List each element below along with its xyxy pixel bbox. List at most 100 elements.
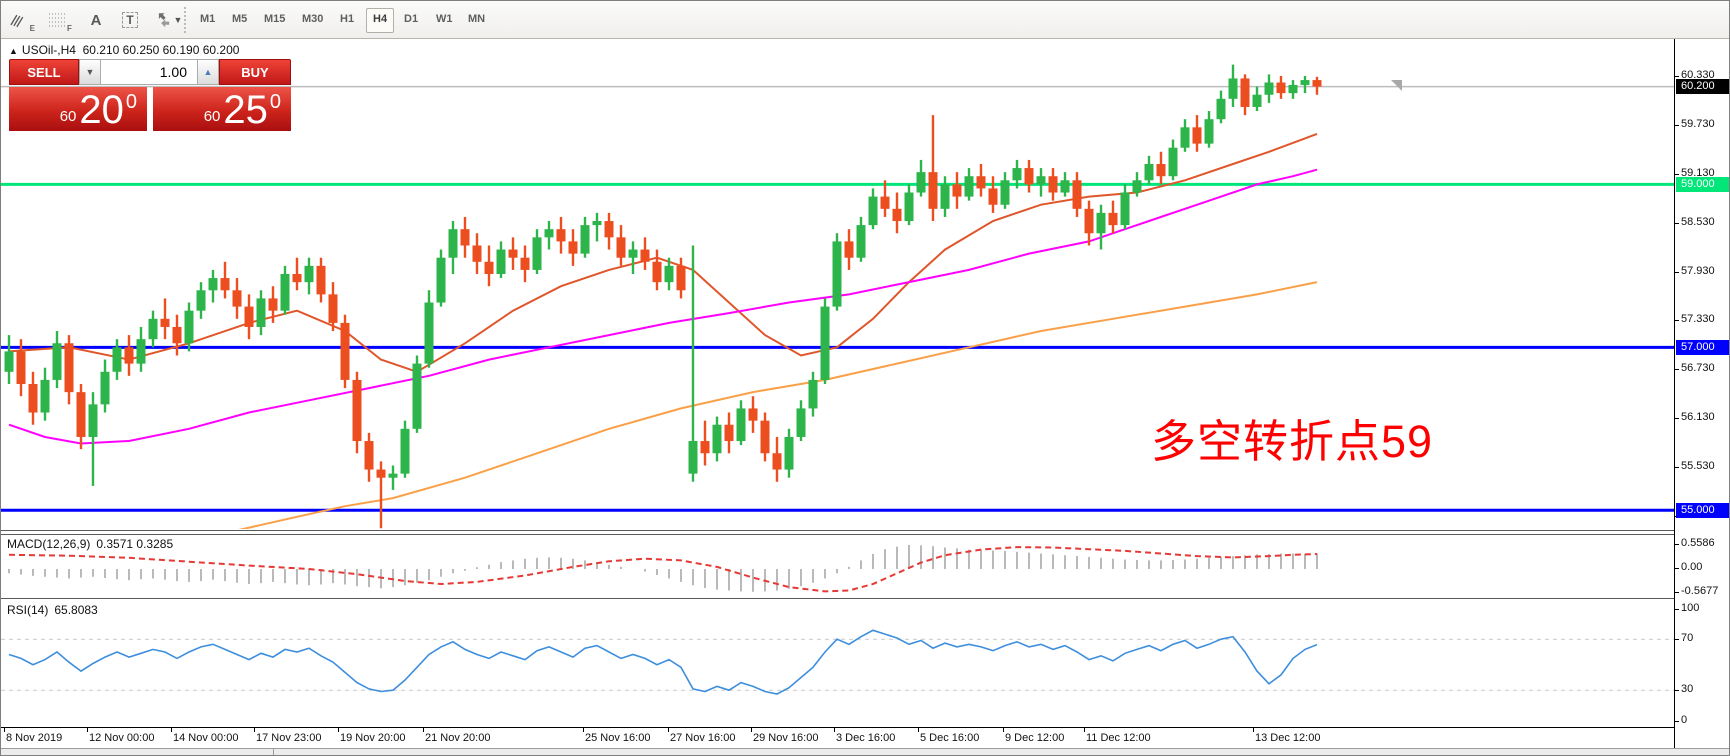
timeframe-button-m15[interactable]: M15 — [258, 8, 291, 31]
axis-tick — [1675, 418, 1679, 419]
axis-tick — [1675, 592, 1679, 593]
timeframe-button-h4[interactable]: H4 — [366, 8, 394, 33]
time-tick-label: 21 Nov 20:00 — [425, 732, 490, 744]
axis-tick — [1675, 690, 1679, 691]
ohlc-values: 60.210 60.250 60.190 60.200 — [83, 43, 240, 57]
axis-tick — [1675, 721, 1679, 722]
rsi-chart — [1, 601, 1674, 727]
buy-button[interactable]: BUY — [219, 59, 291, 85]
time-tick-label: 8 Nov 2019 — [6, 732, 62, 744]
arrange-windows-icon[interactable]: ▼ — [151, 7, 185, 33]
time-tick-label: 14 Nov 00:00 — [173, 732, 238, 744]
collapse-arrow-icon[interactable]: ▲ — [9, 46, 18, 56]
axis-tick — [1675, 609, 1679, 610]
current-price-badge: 60.200 — [1676, 79, 1730, 94]
sell-button[interactable]: SELL — [9, 59, 79, 85]
axis-tick — [1675, 568, 1679, 569]
timeframe-button-m30[interactable]: M30 — [296, 8, 329, 31]
chart-header: ▲ USOil-,H4 60.210 60.250 60.190 60.200 — [9, 43, 239, 57]
time-tick-label: 19 Nov 20:00 — [340, 732, 405, 744]
dropdown-caret-icon: ▼ — [174, 15, 183, 25]
time-tick-label: 11 Dec 12:00 — [1086, 732, 1151, 744]
volume-decrease-button[interactable]: ▼ — [79, 59, 101, 85]
time-tick-label: 13 Dec 12:00 — [1255, 732, 1320, 744]
time-tick-label: 9 Dec 12:00 — [1005, 732, 1064, 744]
macd-chart — [1, 535, 1674, 598]
time-tick — [583, 728, 584, 732]
axis-tick — [1675, 125, 1679, 126]
price-tick-label: 57.930 — [1681, 265, 1715, 277]
volume-input[interactable] — [101, 59, 197, 85]
one-click-trading-panel: SELL ▼ ▲ BUY 60 20 0 60 25 0 — [9, 59, 291, 131]
level-price-badge: 55.000 — [1676, 503, 1730, 518]
time-tick — [1253, 728, 1254, 732]
time-tick — [668, 728, 669, 732]
time-tick-label: 17 Nov 23:00 — [256, 732, 321, 744]
level-price-badge: 57.000 — [1676, 340, 1730, 355]
bid-quote-button[interactable]: 60 20 0 — [9, 87, 147, 131]
rsi-indicator-panel[interactable]: RSI(14)65.8083 — [1, 601, 1674, 728]
time-tick-label: 5 Dec 16:00 — [920, 732, 979, 744]
time-tick — [918, 728, 919, 732]
mt4-terminal-window: E F A T ▼ M1M5M15M30H1 H4D1 W1MN — [0, 0, 1730, 756]
axis-tick — [1675, 544, 1679, 545]
time-tick — [834, 728, 835, 732]
text-label-icon[interactable]: A — [83, 7, 109, 33]
time-tick — [87, 728, 88, 732]
time-tick-label: 29 Nov 16:00 — [753, 732, 818, 744]
bottom-strip-divider — [273, 748, 274, 756]
time-tick-label: 12 Nov 00:00 — [89, 732, 154, 744]
rsi-axis-label: 30 — [1681, 683, 1693, 695]
toolbar: E F A T ▼ M1M5M15M30H1 H4D1 W1MN — [1, 1, 1730, 39]
macd-axis-label: -0.5677 — [1681, 585, 1718, 597]
indicators-icon[interactable]: E — [9, 7, 35, 33]
chart-annotation-text: 多空转折点59 — [1151, 405, 1433, 470]
price-tick-label: 56.730 — [1681, 362, 1715, 374]
axis-tick — [1675, 639, 1679, 640]
timeframe-button-m1[interactable]: M1 — [194, 8, 221, 31]
price-tick-label: 55.530 — [1681, 460, 1715, 472]
timeframe-button-w1[interactable]: W1 — [430, 8, 459, 31]
macd-axis-label: 0.5586 — [1681, 537, 1715, 549]
time-axis[interactable]: 8 Nov 2019 12 Nov 00:00 14 Nov 00:00 17 Nov… — [1, 728, 1674, 748]
axis-tick — [1675, 320, 1679, 321]
time-tick-label: 27 Nov 16:00 — [670, 732, 735, 744]
price-axis[interactable]: 60.33059.73059.13058.53057.93057.33056.7… — [1674, 39, 1730, 748]
rsi-axis-label: 100 — [1681, 602, 1699, 614]
price-tick-label: 58.530 — [1681, 216, 1715, 228]
time-tick — [423, 728, 424, 732]
price-tick-label: 57.330 — [1681, 313, 1715, 325]
price-tick-label: 56.130 — [1681, 411, 1715, 423]
time-tick — [4, 728, 5, 732]
text-box-icon[interactable]: T — [117, 7, 143, 33]
time-tick — [1003, 728, 1004, 732]
time-tick-label: 3 Dec 16:00 — [836, 732, 895, 744]
time-tick — [1084, 728, 1085, 732]
level-price-badge: 59.000 — [1676, 177, 1730, 192]
axis-tick — [1675, 272, 1679, 273]
time-tick — [338, 728, 339, 732]
axis-tick — [1675, 369, 1679, 370]
bottom-status-strip — [1, 748, 1730, 756]
time-tick — [254, 728, 255, 732]
rsi-axis-label: 0 — [1681, 714, 1687, 726]
scroll-to-end-marker-icon[interactable] — [1391, 80, 1402, 91]
rsi-label: RSI(14)65.8083 — [7, 603, 104, 617]
axis-tick — [1675, 223, 1679, 224]
ask-quote-button[interactable]: 60 25 0 — [153, 87, 291, 131]
axis-tick — [1675, 174, 1679, 175]
price-tick-label: 59.730 — [1681, 118, 1715, 130]
rsi-axis-label: 70 — [1681, 632, 1693, 644]
time-tick-label: 25 Nov 16:00 — [585, 732, 650, 744]
grid-icon[interactable]: F — [47, 7, 73, 33]
volume-increase-button[interactable]: ▲ — [197, 59, 219, 85]
timeframe-button-mn[interactable]: MN — [462, 8, 491, 31]
macd-indicator-panel[interactable]: MACD(12,26,9)0.3571 0.3285 — [1, 534, 1674, 599]
macd-label: MACD(12,26,9)0.3571 0.3285 — [7, 537, 179, 551]
timeframe-button-d1[interactable]: D1 — [398, 8, 424, 31]
axis-tick — [1675, 76, 1679, 77]
macd-axis-label: 0.00 — [1681, 561, 1702, 573]
timeframe-button-m5[interactable]: M5 — [226, 8, 253, 31]
symbol-label: USOil-,H4 — [22, 43, 76, 57]
timeframe-button-h1[interactable]: H1 — [334, 8, 360, 31]
